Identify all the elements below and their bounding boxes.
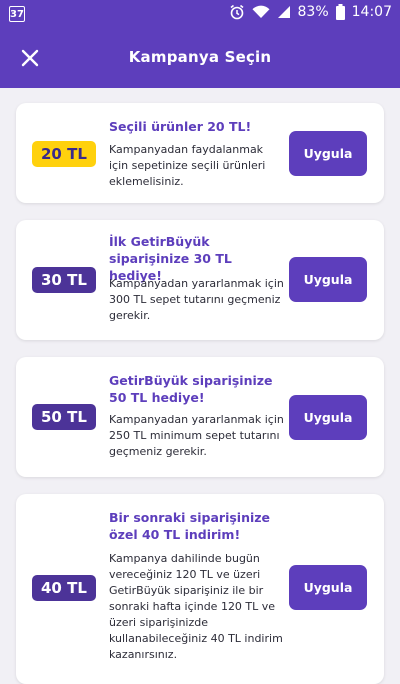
campaign-title: Seçili ürünler 20 TL!: [109, 119, 252, 134]
discount-badge: 30 TL: [32, 267, 96, 293]
apply-button[interactable]: Uygula: [289, 395, 367, 440]
campaign-title: GetirBüyük siparişinize 50 TL hediye!: [109, 373, 273, 405]
apply-button[interactable]: Uygula: [289, 565, 367, 610]
signal-icon: [277, 6, 290, 18]
discount-badge: 50 TL: [32, 404, 96, 430]
campaign-card: 30 TL İlk GetirBüyük siparişinize 30 TL …: [16, 220, 384, 340]
battery-icon: [335, 4, 345, 20]
campaign-title: Bir sonraki siparişinize özel 40 TL indi…: [109, 510, 271, 542]
clock: 14:07: [351, 4, 392, 20]
calendar-notification-icon: 37: [9, 6, 25, 22]
apply-button[interactable]: Uygula: [289, 257, 367, 302]
campaign-description: Kampanyadan yararlanmak için 250 TL mini…: [109, 413, 284, 458]
apply-button[interactable]: Uygula: [289, 131, 367, 176]
campaign-description: Kampanya dahilinde bugün vereceğiniz 120…: [109, 552, 283, 661]
campaign-card: 50 TL GetirBüyük siparişinize 50 TL hedi…: [16, 357, 384, 477]
battery-percentage: 83%: [297, 4, 329, 20]
discount-badge: 20 TL: [32, 141, 96, 167]
alarm-icon: [230, 4, 244, 20]
notification-area: 37: [9, 5, 25, 22]
app-bar: Kampanya Seçin: [0, 28, 400, 88]
page-title: Kampanya Seçin: [128, 48, 272, 66]
status-bar: 37 83% 14:07: [0, 0, 400, 28]
campaign-description: Kampanyadan yararlanmak için 300 TL sepe…: [109, 277, 284, 322]
campaign-description: Kampanyadan faydalanmak için sepetinize …: [109, 143, 266, 188]
discount-badge: 40 TL: [32, 575, 96, 601]
campaign-card: 40 TL Bir sonraki siparişinize özel 40 T…: [16, 494, 384, 684]
campaign-card: 20 TL Seçili ürünler 20 TL! Kampanyadan …: [16, 103, 384, 203]
wifi-icon: [252, 5, 270, 19]
